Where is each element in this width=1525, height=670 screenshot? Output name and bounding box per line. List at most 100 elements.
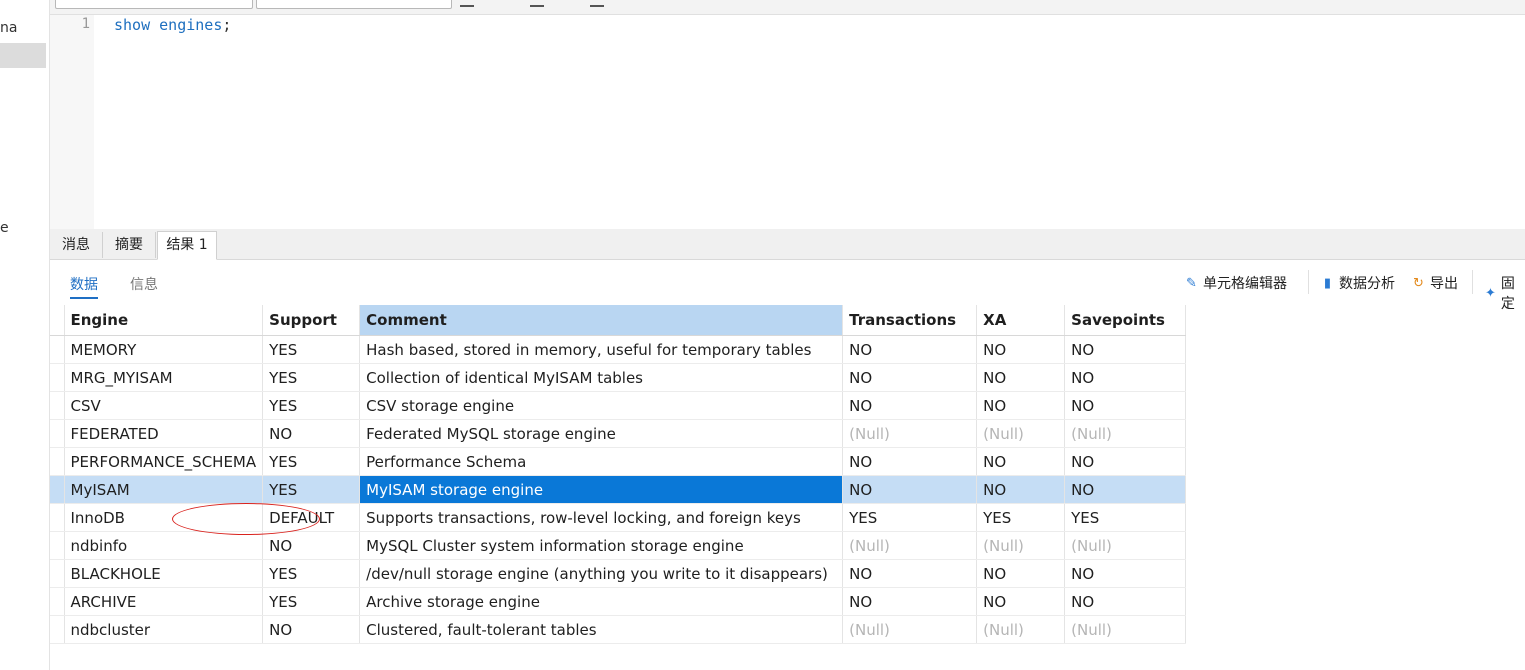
table-cell[interactable]: YES	[262, 335, 361, 364]
table-cell[interactable]: NO	[976, 335, 1066, 364]
row-header[interactable]	[50, 335, 65, 364]
table-cell[interactable]: NO	[262, 531, 361, 560]
column-header-support[interactable]: Support	[262, 305, 361, 336]
table-cell[interactable]: NO	[976, 587, 1066, 616]
table-cell[interactable]: NO	[1064, 391, 1187, 420]
table-cell[interactable]: Hash based, stored in memory, useful for…	[359, 335, 844, 364]
table-cell[interactable]: InnoDB	[64, 503, 264, 532]
navigator-item-fragment-2[interactable]: e	[0, 220, 9, 236]
data-analysis-button[interactable]: ▮ 数据分析	[1320, 273, 1395, 293]
table-cell[interactable]: MyISAM storage engine	[359, 475, 844, 504]
column-header-xa[interactable]: XA	[976, 305, 1066, 336]
tab-summary[interactable]: 摘要	[103, 232, 156, 258]
table-cell[interactable]: Collection of identical MyISAM tables	[359, 363, 844, 392]
table-cell[interactable]: Archive storage engine	[359, 587, 844, 616]
table-cell[interactable]: NO	[842, 391, 978, 420]
table-cell[interactable]: NO	[1064, 475, 1187, 504]
row-header[interactable]	[50, 475, 65, 504]
navigator-selected-item[interactable]	[0, 43, 46, 68]
row-header[interactable]	[50, 363, 65, 392]
stop-button[interactable]	[530, 0, 544, 7]
cell-editor-button[interactable]: ✎ 单元格编辑器	[1184, 273, 1287, 293]
row-header[interactable]	[50, 447, 65, 476]
explain-button[interactable]	[590, 0, 604, 7]
sql-editor[interactable]: 1 show engines;	[50, 15, 1525, 229]
table-cell[interactable]: NO	[262, 419, 361, 448]
table-cell[interactable]: (Null)	[1064, 615, 1187, 644]
table-cell[interactable]: NO	[1064, 335, 1187, 364]
run-button[interactable]	[460, 0, 474, 7]
table-row[interactable]: InnoDB DEFAULT Supports transactions, row-…	[50, 503, 1187, 532]
table-row[interactable]: ndbinfo NO MySQL Cluster system informatio…	[50, 531, 1187, 560]
table-cell[interactable]: NO	[976, 391, 1066, 420]
table-cell[interactable]: YES	[842, 503, 978, 532]
table-cell[interactable]: NO	[1064, 587, 1187, 616]
table-cell[interactable]: MySQL Cluster system information storage…	[359, 531, 844, 560]
subtab-info[interactable]: 信息	[130, 274, 158, 294]
table-cell[interactable]: /dev/null storage engine (anything you w…	[359, 559, 844, 588]
table-cell[interactable]: (Null)	[1064, 531, 1187, 560]
table-row[interactable]: MRG_MYISAM YES Collection of identical MyI…	[50, 363, 1187, 392]
table-cell[interactable]: (Null)	[976, 531, 1066, 560]
table-cell[interactable]: (Null)	[1064, 419, 1187, 448]
table-cell[interactable]: YES	[262, 559, 361, 588]
column-header-transactions[interactable]: Transactions	[842, 305, 978, 336]
column-header-comment[interactable]: Comment	[359, 305, 844, 336]
table-cell[interactable]: PERFORMANCE_SCHEMA	[64, 447, 264, 476]
table-cell[interactable]: NO	[976, 447, 1066, 476]
row-header[interactable]	[50, 615, 65, 644]
table-cell[interactable]: YES	[262, 475, 361, 504]
row-header[interactable]	[50, 419, 65, 448]
table-cell[interactable]: YES	[976, 503, 1066, 532]
table-cell[interactable]: NO	[1064, 363, 1187, 392]
table-cell[interactable]: (Null)	[842, 615, 978, 644]
table-cell[interactable]: (Null)	[976, 615, 1066, 644]
table-cell[interactable]: Federated MySQL storage engine	[359, 419, 844, 448]
table-cell[interactable]: NO	[976, 363, 1066, 392]
table-cell[interactable]: DEFAULT	[262, 503, 361, 532]
table-cell[interactable]: NO	[842, 559, 978, 588]
table-cell[interactable]: ndbcluster	[64, 615, 264, 644]
table-cell[interactable]: YES	[262, 587, 361, 616]
table-cell[interactable]: NO	[842, 447, 978, 476]
table-cell[interactable]: YES	[1064, 503, 1187, 532]
table-cell[interactable]: MyISAM	[64, 475, 264, 504]
row-header[interactable]	[50, 531, 65, 560]
row-header[interactable]	[50, 559, 65, 588]
tab-result-1[interactable]: 结果 1	[157, 231, 217, 260]
table-cell[interactable]: NO	[976, 559, 1066, 588]
table-cell[interactable]: MRG_MYISAM	[64, 363, 264, 392]
table-cell[interactable]: (Null)	[842, 531, 978, 560]
table-cell[interactable]: (Null)	[976, 419, 1066, 448]
table-cell[interactable]: BLACKHOLE	[64, 559, 264, 588]
column-header-engine[interactable]: Engine	[64, 305, 264, 336]
table-cell[interactable]: ndbinfo	[64, 531, 264, 560]
tab-messages[interactable]: 消息	[50, 232, 103, 258]
table-row[interactable]: ARCHIVE YES Archive storage engine NO NO NO	[50, 587, 1187, 616]
table-row[interactable]: CSV YES CSV storage engine NO NO NO	[50, 391, 1187, 420]
table-row[interactable]: PERFORMANCE_SCHEMA YES Performance Schema N…	[50, 447, 1187, 476]
table-cell[interactable]: CSV storage engine	[359, 391, 844, 420]
table-cell[interactable]: Performance Schema	[359, 447, 844, 476]
row-header[interactable]	[50, 587, 65, 616]
column-header-savepoints[interactable]: Savepoints	[1064, 305, 1187, 336]
subtab-data[interactable]: 数据	[70, 274, 98, 299]
pin-button[interactable]: ✦ 固定	[1484, 273, 1525, 313]
table-cell[interactable]: FEDERATED	[64, 419, 264, 448]
connection-select[interactable]	[55, 0, 253, 9]
table-row[interactable]: ndbcluster NO Clustered, fault-tolerant ta…	[50, 615, 1187, 644]
table-row[interactable]: MEMORY YES Hash based, stored in memory, u…	[50, 335, 1187, 364]
table-row[interactable]: FEDERATED NO Federated MySQL storage engin…	[50, 419, 1187, 448]
table-cell[interactable]: MEMORY	[64, 335, 264, 364]
database-select[interactable]	[256, 0, 452, 9]
table-cell[interactable]: Supports transactions, row-level locking…	[359, 503, 844, 532]
table-cell[interactable]: YES	[262, 363, 361, 392]
sql-code-line[interactable]: show engines;	[114, 16, 231, 34]
table-cell[interactable]: NO	[1064, 559, 1187, 588]
table-cell[interactable]: Clustered, fault-tolerant tables	[359, 615, 844, 644]
row-header[interactable]	[50, 503, 65, 532]
table-cell[interactable]: YES	[262, 391, 361, 420]
export-button[interactable]: ↻ 导出	[1411, 273, 1458, 293]
table-cell[interactable]: NO	[262, 615, 361, 644]
row-header[interactable]	[50, 391, 65, 420]
